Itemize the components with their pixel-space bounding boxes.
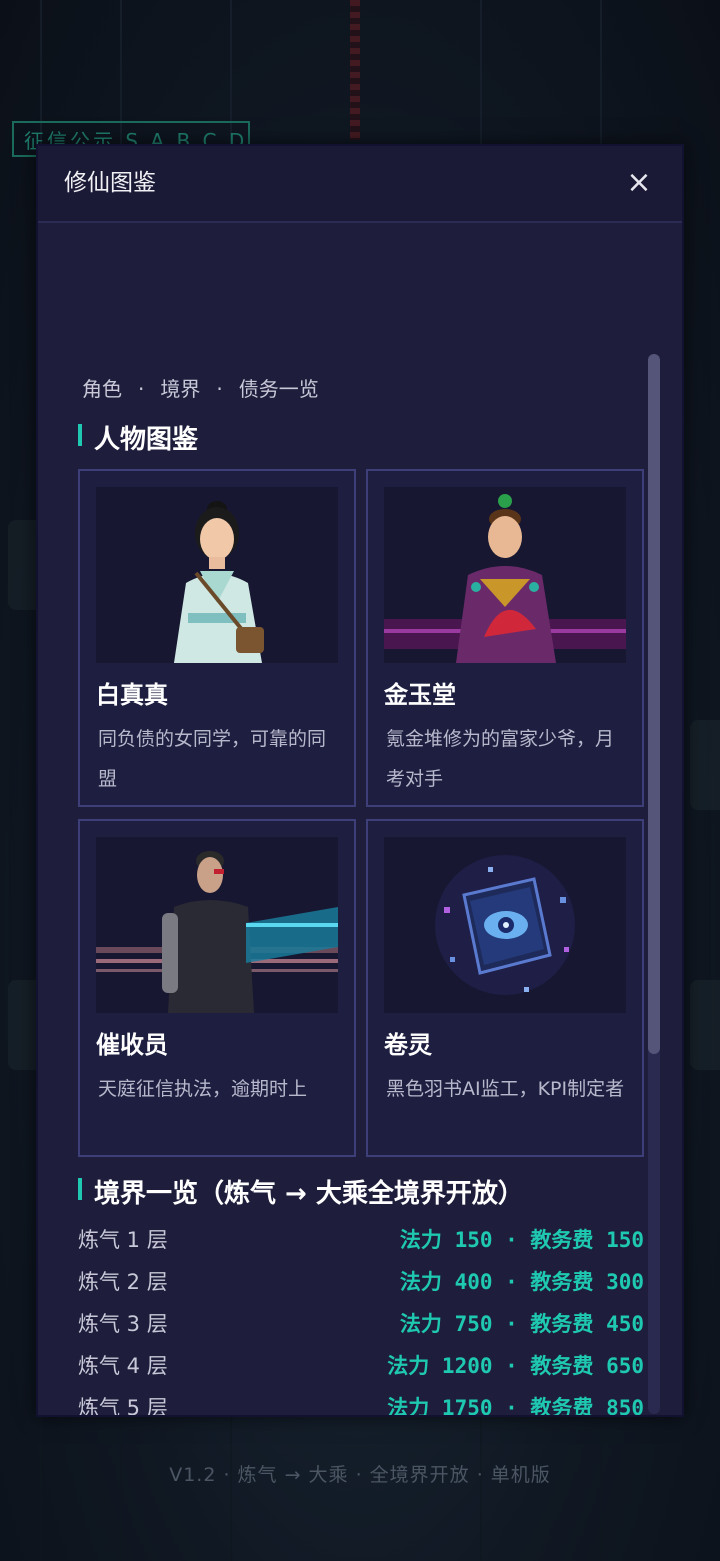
realm-stats: 法力 1750 · 教务费 850 <box>387 1396 644 1417</box>
character-description: 氪金堆修为的富家少爷，月考对手 <box>386 728 615 790</box>
tagline-item: 角色 <box>82 377 122 401</box>
tagline-item: 境界 <box>160 377 201 401</box>
bg-hex <box>690 720 720 810</box>
bg-tower <box>350 0 360 140</box>
character-name: 卷灵 <box>384 1031 432 1059</box>
tagline-separator: · <box>138 377 145 401</box>
eye-book-icon <box>384 837 626 1013</box>
realm-row: 炼气 1 层 法力 150 · 教务费 150 <box>78 1219 644 1261</box>
realm-name: 炼气 3 层 <box>78 1312 168 1336</box>
character-description: 黑色羽书AI监工，KPI制定者 <box>386 1078 625 1100</box>
realm-stats: 法力 750 · 教务费 450 <box>399 1312 644 1336</box>
girl-student-icon <box>96 487 338 663</box>
character-card[interactable]: 金玉堂 氪金堆修为的富家少爷，月考对手 <box>366 469 644 807</box>
realm-name: 炼气 4 层 <box>78 1354 168 1378</box>
realm-list: 炼气 1 层 法力 150 · 教务费 150 炼气 2 层 法力 400 · … <box>78 1219 644 1417</box>
realm-stats: 法力 1200 · 教务费 650 <box>387 1354 644 1378</box>
character-card[interactable]: 白真真 同负债的女同学，可靠的同盟 <box>78 469 356 807</box>
realm-row: 炼气 5 层 法力 1750 · 教务费 850 <box>78 1387 644 1417</box>
modal-header: 修仙图鉴 × <box>38 146 682 223</box>
version-footer: V1.2 · 炼气 → 大乘 · 全境界开放 · 单机版 <box>169 1464 551 1486</box>
close-button[interactable]: × <box>622 166 656 200</box>
realm-row: 炼气 3 层 法力 750 · 教务费 450 <box>78 1303 644 1345</box>
realm-stats: 法力 150 · 教务费 150 <box>399 1228 644 1252</box>
character-description: 天庭征信执法，逾期时上 <box>98 1078 308 1100</box>
character-name: 金玉堂 <box>384 681 456 709</box>
realm-name: 炼气 2 层 <box>78 1270 168 1294</box>
tagline: 角色 · 境界 · 债务一览 <box>82 373 319 402</box>
rich-young-master-icon <box>384 487 626 663</box>
character-card[interactable]: 催收员 天庭征信执法，逾期时上 <box>78 819 356 1157</box>
modal-content: 角色 · 境界 · 债务一览 人物图鉴 白真真 同负债的女同学，可靠的同盟 金玉… <box>38 223 682 1417</box>
character-name: 白真真 <box>96 681 168 709</box>
realms-section-title: 境界一览（炼气 → 大乘全境界开放） <box>78 1173 524 1210</box>
tagline-item: 债务一览 <box>238 377 319 401</box>
cyborg-collector-icon <box>96 837 338 1013</box>
character-card[interactable]: 卷灵 黑色羽书AI监工，KPI制定者 <box>366 819 644 1157</box>
realm-row: 炼气 4 层 法力 1200 · 教务费 650 <box>78 1345 644 1387</box>
character-description: 同负债的女同学，可靠的同盟 <box>98 728 327 790</box>
bg-hex <box>690 980 720 1070</box>
realm-name: 炼气 5 层 <box>78 1396 168 1417</box>
characters-section-title: 人物图鉴 <box>78 419 198 456</box>
realm-stats: 法力 400 · 教务费 300 <box>399 1270 644 1294</box>
realm-name: 炼气 1 层 <box>78 1228 168 1252</box>
codex-modal: 修仙图鉴 × 角色 · 境界 · 债务一览 人物图鉴 白真真 同负债的女同学，可… <box>36 144 684 1417</box>
tagline-separator: · <box>216 377 223 401</box>
character-name: 催收员 <box>96 1031 168 1059</box>
realm-row: 炼气 2 层 法力 400 · 教务费 300 <box>78 1261 644 1303</box>
modal-title: 修仙图鉴 <box>64 170 156 196</box>
